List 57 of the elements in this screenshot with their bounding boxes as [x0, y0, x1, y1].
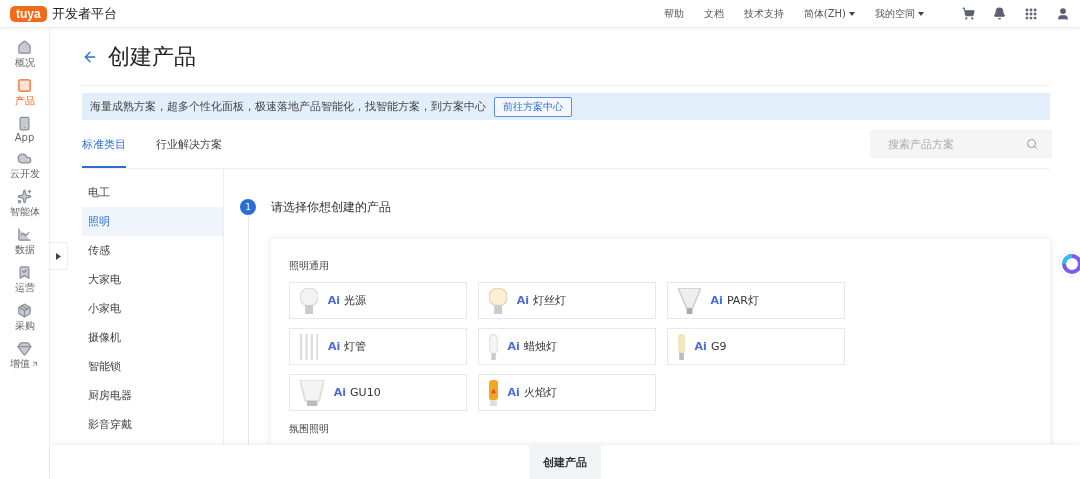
tab[interactable]: 标准类目	[82, 120, 126, 168]
bell-icon[interactable]	[993, 7, 1006, 20]
product-tile[interactable]: Ai G9	[666, 328, 845, 365]
search-icon	[1026, 138, 1038, 150]
sidebar-item[interactable]: 采购	[14, 303, 35, 333]
nav-dropdown[interactable]: 简体(ZH)	[803, 6, 855, 21]
nav-link[interactable]: 技术支持	[743, 6, 784, 21]
category-item[interactable]: 影音穿戴	[82, 410, 223, 439]
sidebar-item[interactable]: 数据	[14, 227, 35, 257]
product-tile[interactable]: Ai 灯丝灯	[477, 282, 656, 319]
solution-center-button[interactable]: 前往方案中心	[494, 96, 572, 117]
brand-title: 开发者平台	[51, 4, 117, 23]
product-tile[interactable]: Ai 火焰灯	[477, 374, 656, 411]
bookmark-icon	[17, 265, 32, 280]
nav-dropdown[interactable]: 我的空间	[875, 6, 924, 21]
product-tile[interactable]: Ai 光源	[288, 282, 467, 319]
tab[interactable]: 行业解决方案	[156, 120, 222, 168]
banner-text: 海量成熟方案，超多个性化面板，极速落地产品智能化，找智能方案，到方案中心	[90, 99, 486, 114]
chart-icon	[17, 227, 32, 242]
caret-icon	[56, 252, 61, 260]
category-item[interactable]: 电工	[82, 178, 223, 207]
sidebar-item[interactable]: 运营	[14, 265, 35, 295]
category-item[interactable]: 照明	[82, 207, 223, 236]
home-icon	[17, 40, 32, 55]
box-icon	[17, 303, 32, 318]
spark-icon	[17, 189, 32, 204]
category-item[interactable]: 大家电	[82, 265, 223, 294]
product-tile[interactable]: Ai PAR灯	[666, 282, 845, 319]
cart-icon[interactable]	[962, 7, 975, 20]
step-number: 1	[240, 199, 256, 215]
category-item[interactable]: 厨房电器	[82, 381, 223, 410]
product-tile[interactable]: Ai GU10	[288, 374, 467, 411]
product-tile[interactable]: Ai 蜡烛灯	[477, 328, 656, 365]
category-item[interactable]: 小家电	[82, 294, 223, 323]
page-title: 创建产品	[108, 42, 196, 71]
collapse-toggle[interactable]	[50, 242, 68, 270]
phone-icon	[17, 116, 32, 131]
gem-icon	[17, 341, 32, 356]
sidebar-item[interactable]: 概况	[14, 40, 35, 70]
sidebar-item[interactable]: App	[14, 116, 35, 143]
user-icon[interactable]	[1056, 6, 1070, 21]
sidebar-item[interactable]: 智能体	[9, 189, 40, 219]
section-title: 照明通用	[288, 259, 330, 273]
apps-grid-icon[interactable]	[1024, 6, 1038, 21]
nav-link[interactable]: 文档	[703, 6, 724, 21]
nav-link[interactable]: 帮助	[663, 6, 684, 21]
category-item[interactable]: 摄像机	[82, 323, 223, 352]
category-item[interactable]: 智能锁	[82, 352, 223, 381]
sidebar-item[interactable]: 云开发	[9, 151, 40, 181]
category-item[interactable]: 传感	[82, 236, 223, 265]
step-title: 请选择你想创建的产品	[271, 198, 391, 216]
assistant-icon[interactable]	[1058, 250, 1080, 278]
sidebar-item[interactable]: 增值	[10, 341, 39, 371]
cloud-icon	[17, 151, 32, 166]
product-tile[interactable]: Ai 灯管	[288, 328, 467, 365]
create-product-button[interactable]: 创建产品	[529, 445, 601, 479]
section-title: 氛围照明	[288, 422, 330, 436]
